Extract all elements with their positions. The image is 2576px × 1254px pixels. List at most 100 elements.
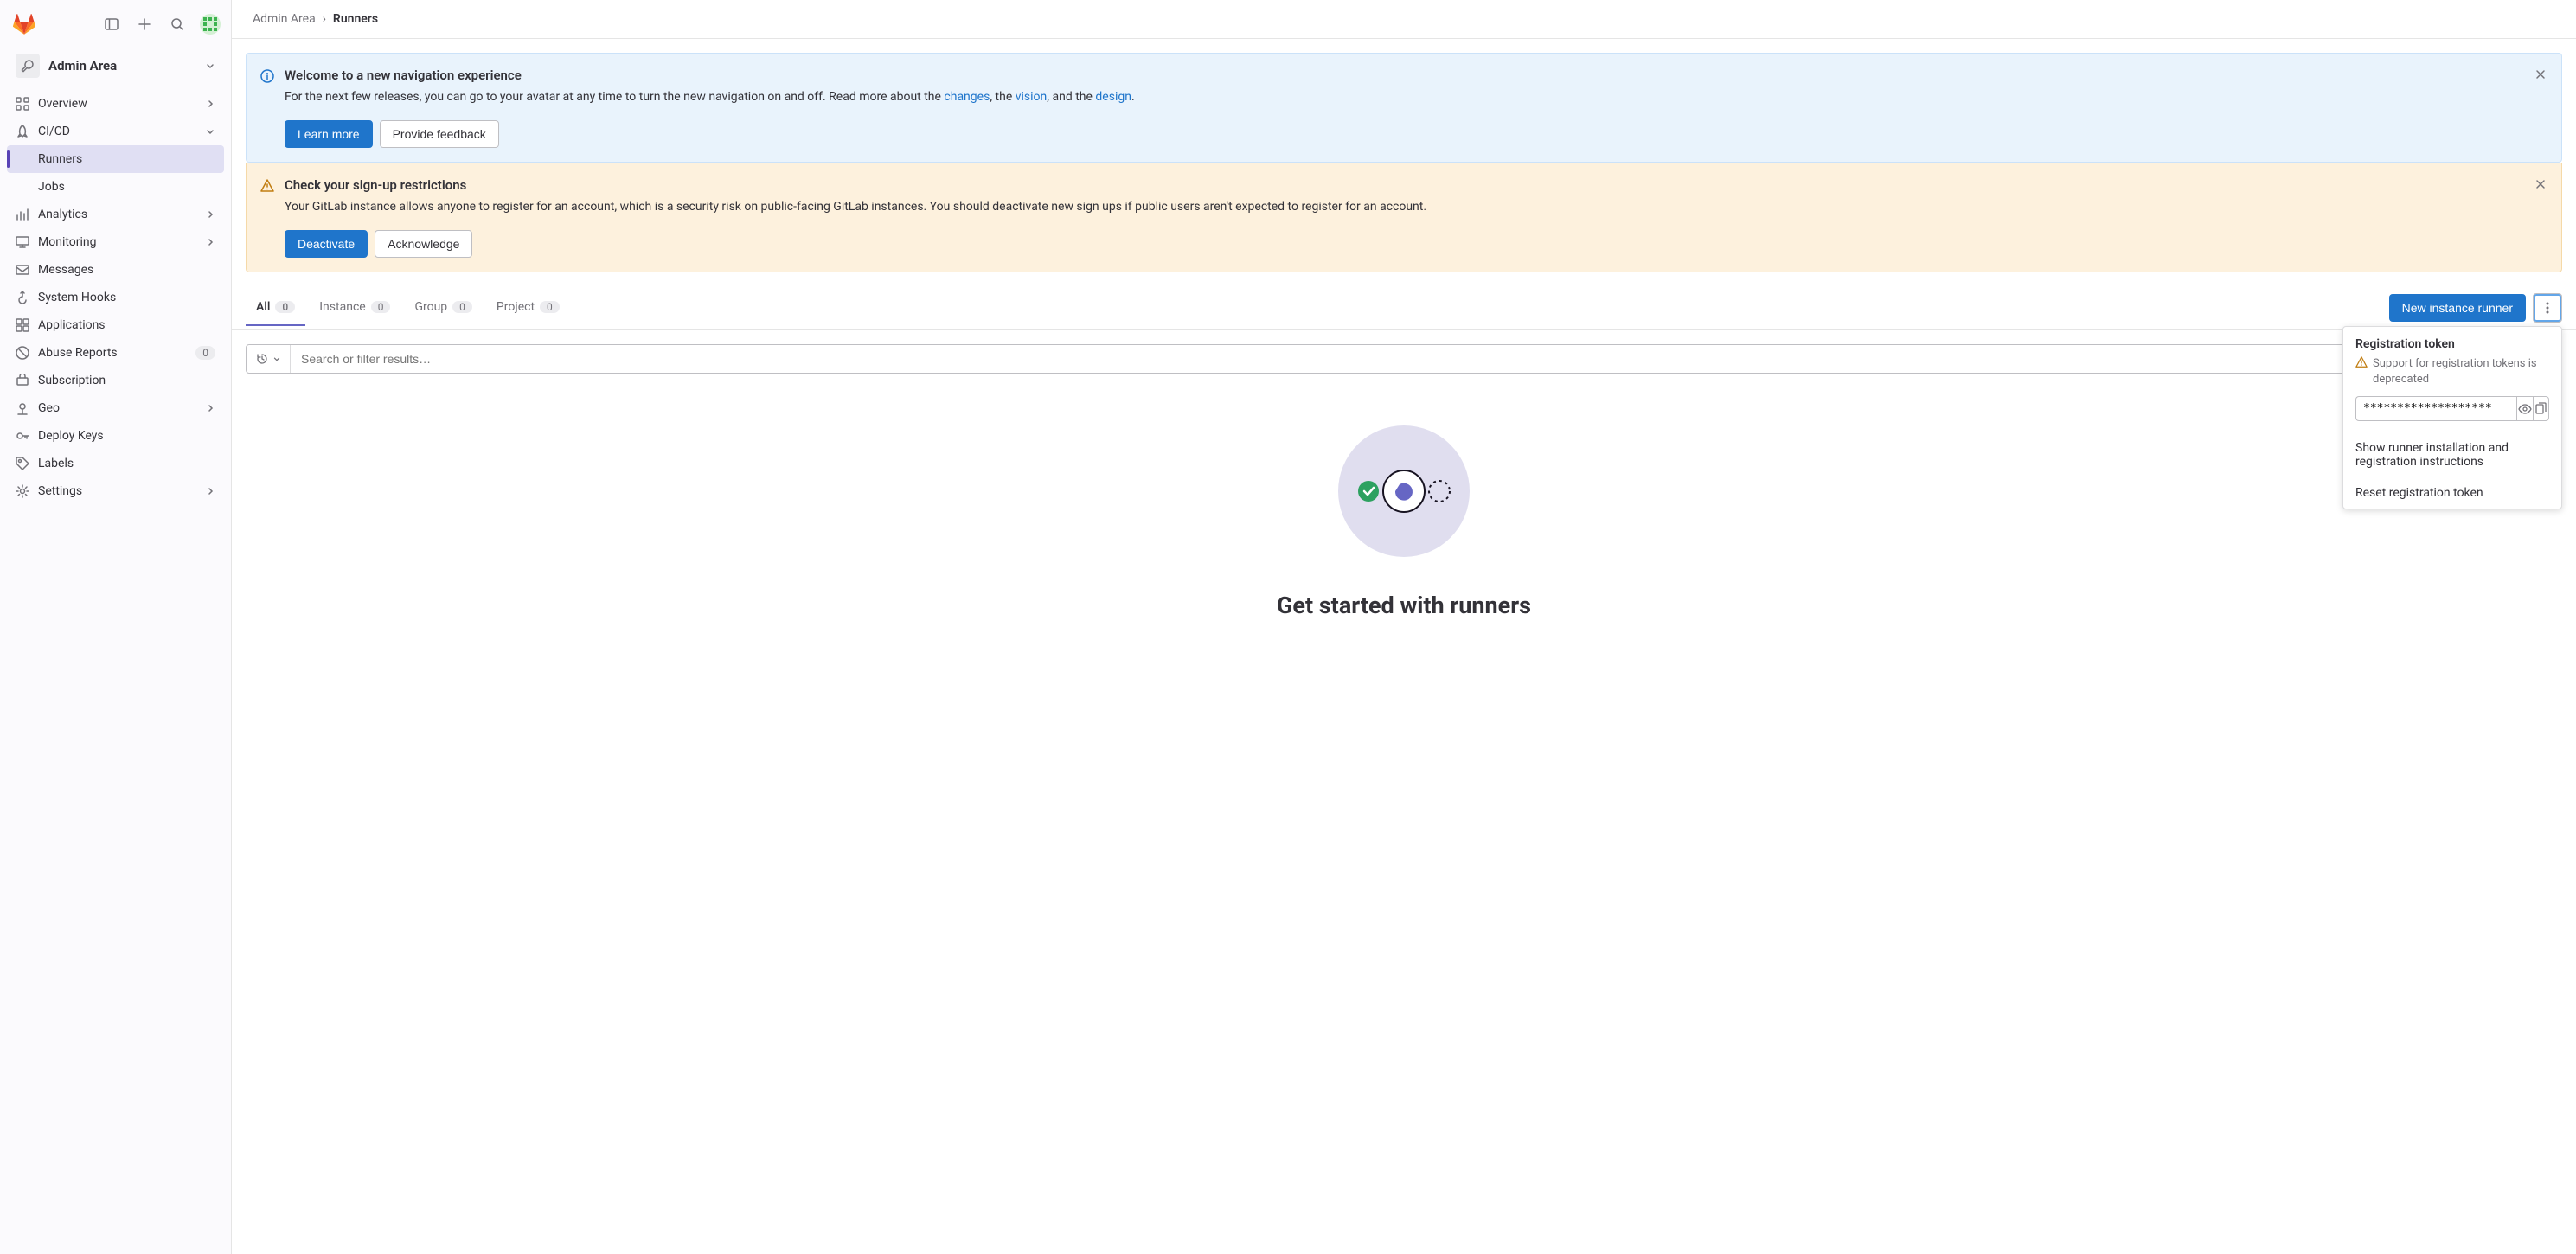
tanuki-icon: [13, 13, 35, 35]
user-avatar[interactable]: [196, 10, 224, 38]
warning-icon: [2355, 356, 2368, 387]
sidebar: Admin Area OverviewCI/CD Runners Jobs Analy…: [0, 0, 232, 1254]
gitlab-logo[interactable]: [7, 7, 42, 42]
new-instance-runner-button[interactable]: New instance runner: [2389, 294, 2526, 322]
sidebar-item-label: Monitoring: [38, 235, 196, 249]
sidebar-item-geo[interactable]: Geo: [7, 394, 224, 422]
deactivate-button[interactable]: Deactivate: [285, 230, 368, 258]
alert-info-title: Welcome to a new navigation experience: [285, 67, 2547, 83]
sidebar-item-monitoring[interactable]: Monitoring: [7, 228, 224, 256]
chevron-right-icon: [205, 486, 215, 496]
apps-icon: [16, 318, 29, 332]
empty-title: Get started with runners: [1277, 592, 1531, 619]
alert-new-navigation: Welcome to a new navigation experience F…: [246, 53, 2562, 163]
tab-group[interactable]: Group 0: [404, 290, 482, 326]
chevron-right-icon: [205, 99, 215, 109]
tab-project[interactable]: Project 0: [486, 290, 570, 326]
learn-more-button[interactable]: Learn more: [285, 120, 373, 148]
badge: 0: [195, 346, 215, 360]
warning-icon: [260, 179, 274, 193]
chevron-right-icon: [205, 237, 215, 247]
breadcrumbs: Admin Area › Runners: [232, 0, 2576, 39]
reset-token-link[interactable]: Reset registration token: [2343, 477, 2561, 509]
sidebar-item-label: Deploy Keys: [38, 429, 215, 443]
sidebar-icon: [105, 17, 119, 31]
sidebar-subitem-label: Runners: [38, 152, 215, 166]
tab-count: 0: [540, 301, 560, 313]
close-icon: [2534, 67, 2547, 81]
sidebar-item-applications[interactable]: Applications: [7, 311, 224, 339]
copy-icon: [2534, 402, 2547, 416]
tab-all[interactable]: All0: [246, 290, 305, 326]
tab-count: 0: [371, 301, 391, 313]
sidebar-item-deploy-keys[interactable]: Deploy Keys: [7, 422, 224, 450]
sidebar-item-ci-cd[interactable]: CI/CD: [7, 118, 224, 145]
chevron-right-icon: [205, 209, 215, 220]
tab-label: Group: [414, 300, 447, 314]
tab-instance[interactable]: Instance0: [309, 290, 400, 326]
tab-count: 0: [452, 301, 472, 313]
sidebar-item-settings[interactable]: Settings: [7, 477, 224, 505]
search-icon: [170, 17, 184, 31]
chevron-down-icon: [205, 61, 215, 71]
sidebar-subitem-label: Jobs: [38, 180, 215, 194]
tab-label: Project: [497, 300, 535, 314]
close-warn-alert-button[interactable]: [2534, 177, 2547, 191]
chevron-down-icon: [272, 355, 281, 363]
vision-link[interactable]: vision: [1016, 90, 1048, 104]
copy-token-button[interactable]: [2533, 396, 2549, 421]
design-link[interactable]: design: [1095, 90, 1131, 104]
sidebar-subitem-runners[interactable]: Runners: [7, 145, 224, 173]
gear-icon: [16, 484, 29, 498]
runner-actions-menu-button[interactable]: [2533, 293, 2562, 323]
search-button[interactable]: [163, 10, 191, 38]
empty-state: Get started with runners: [232, 374, 2576, 671]
sidebar-item-label: Applications: [38, 318, 215, 332]
sidebar-item-abuse-reports[interactable]: Abuse Reports 0: [7, 339, 224, 367]
breadcrumb-separator: ›: [323, 12, 326, 26]
monitor-icon: [16, 235, 29, 249]
sidebar-item-system-hooks[interactable]: System Hooks: [7, 284, 224, 311]
show-install-instructions-link[interactable]: Show runner installation and registratio…: [2343, 432, 2561, 477]
alert-info-text: For the next few releases, you can go to…: [285, 88, 2547, 106]
abuse-icon: [16, 346, 29, 360]
context-title: Admin Area: [48, 58, 205, 74]
registration-token-field[interactable]: [2355, 396, 2516, 421]
sidebar-item-label: Abuse Reports: [38, 346, 187, 360]
geo-icon: [16, 401, 29, 415]
context-header[interactable]: Admin Area: [7, 48, 224, 83]
sidebar-item-labels[interactable]: Labels: [7, 450, 224, 477]
filter-input[interactable]: [291, 345, 2561, 373]
create-new-button[interactable]: [131, 10, 158, 38]
empty-illustration: [1338, 425, 1470, 557]
eye-icon: [2518, 402, 2532, 416]
alert-warn-title: Check your sign-up restrictions: [285, 177, 2547, 193]
sidebar-item-messages[interactable]: Messages: [7, 256, 224, 284]
chart-icon: [16, 208, 29, 221]
alert-warn-text: Your GitLab instance allows anyone to re…: [285, 198, 2547, 216]
breadcrumb-admin-area[interactable]: Admin Area: [253, 12, 316, 26]
registration-token-popover: Registration token Support for registrat…: [2342, 326, 2562, 509]
nav-list: OverviewCI/CD Runners Jobs Analytics Monitor…: [0, 90, 231, 512]
acknowledge-button[interactable]: Acknowledge: [375, 230, 472, 258]
plus-icon: [138, 17, 151, 31]
sidebar-item-label: Analytics: [38, 208, 196, 221]
sidebar-item-subscription[interactable]: Subscription: [7, 367, 224, 394]
rocket-icon: [16, 125, 29, 138]
overview-icon: [16, 97, 29, 111]
collapse-sidebar-button[interactable]: [98, 10, 125, 38]
provide-feedback-button[interactable]: Provide feedback: [380, 120, 499, 148]
sidebar-item-analytics[interactable]: Analytics: [7, 201, 224, 228]
close-info-alert-button[interactable]: [2534, 67, 2547, 81]
sidebar-item-label: Geo: [38, 401, 196, 415]
runner-tabs: All0Instance0 Group 0 Project 0: [246, 290, 570, 326]
chevron-right-icon: [205, 403, 215, 413]
sidebar-item-overview[interactable]: Overview: [7, 90, 224, 118]
changes-link[interactable]: changes: [944, 90, 990, 104]
recent-searches-button[interactable]: [247, 345, 291, 373]
sidebar-subitem-jobs[interactable]: Jobs: [7, 173, 224, 201]
sidebar-item-label: Settings: [38, 484, 196, 498]
chevron-down-icon: [205, 126, 215, 137]
reveal-token-button[interactable]: [2516, 396, 2533, 421]
info-icon: [260, 69, 274, 83]
